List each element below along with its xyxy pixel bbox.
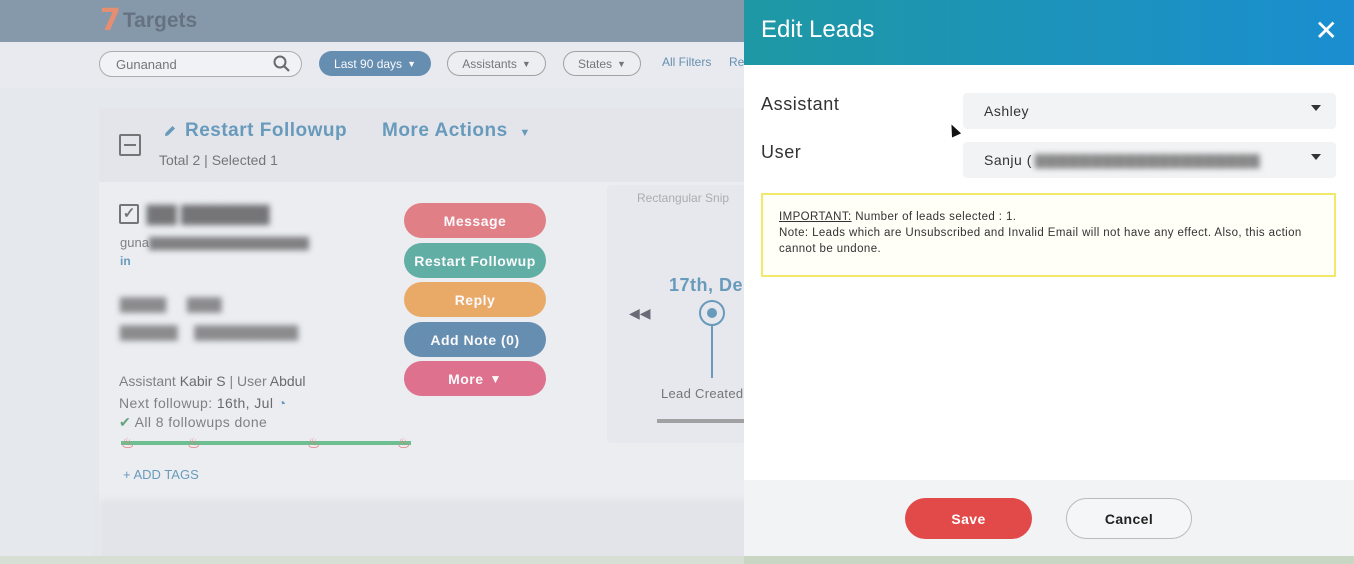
notice-important-label: IMPORTANT: [779, 211, 852, 223]
modal-backdrop[interactable] [0, 0, 744, 564]
assistant-field-label: Assistant [761, 94, 840, 114]
caret-down-icon [1311, 154, 1321, 160]
user-field-label: User [761, 142, 802, 162]
panel-header: Edit Leads ✕ [744, 0, 1354, 65]
close-icon[interactable]: ✕ [1315, 14, 1338, 47]
assistant-select[interactable]: Ashley [963, 93, 1336, 129]
notice-count: Number of leads selected : 1. [855, 211, 1017, 223]
user-select-value: Sanju ( [984, 152, 1032, 168]
important-notice: IMPORTANT: Number of leads selected : 1.… [761, 193, 1336, 277]
assistant-select-value: Ashley [984, 103, 1030, 119]
user-select[interactable]: Sanju (▇▇▇▇▇▇▇▇▇▇▇▇▇▇▇▇▇▇▇▇ [963, 142, 1336, 178]
caret-down-icon [1311, 105, 1321, 111]
edit-leads-panel: Edit Leads ✕ Assistant Ashley User Sanju… [744, 0, 1354, 556]
user-email-redacted: ▇▇▇▇▇▇▇▇▇▇▇▇▇▇▇▇▇▇▇▇ [1034, 152, 1261, 168]
cancel-button[interactable]: Cancel [1066, 498, 1192, 539]
save-button[interactable]: Save [905, 498, 1032, 539]
panel-title: Edit Leads [761, 16, 875, 43]
notice-note: Note: Leads which are Unsubscribed and I… [779, 227, 1302, 255]
panel-footer: Save Cancel [744, 480, 1354, 556]
